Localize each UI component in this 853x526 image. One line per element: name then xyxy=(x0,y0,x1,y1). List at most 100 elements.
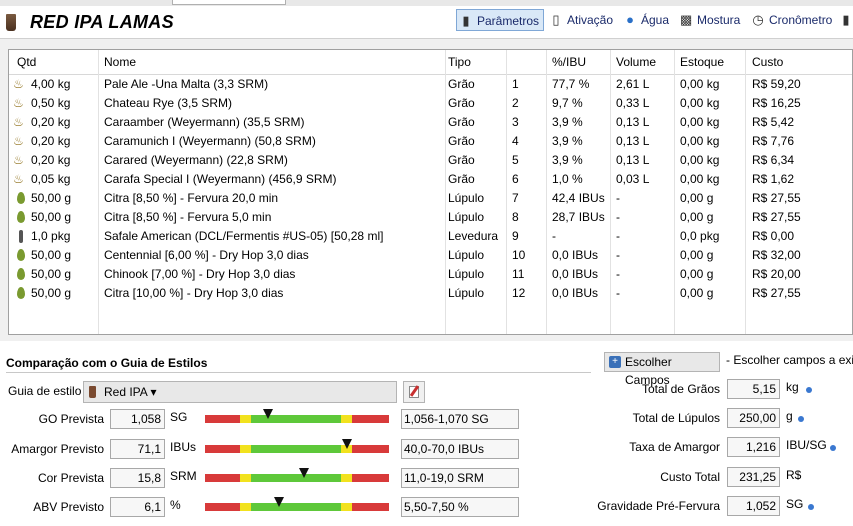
table-row[interactable]: ♨ 4,00 kg Pale Ale -Una Malta (3,3 SRM) Gr… xyxy=(9,75,852,94)
grain-icon: ♨ xyxy=(13,172,24,186)
cell-nome: Citra [10,00 %] - Dry Hop 3,0 dias xyxy=(104,286,284,300)
table-row[interactable]: ♨ 0,20 kg Carared (Weyermann) (22,8 SRM) Gr… xyxy=(9,151,852,170)
yeast-icon xyxy=(19,230,23,243)
total-label: Total de Grãos xyxy=(641,382,720,396)
range-marker xyxy=(273,497,284,507)
column-header[interactable]: %/IBU xyxy=(552,55,586,69)
table-row[interactable]: ♨ 0,05 kg Carafa Special I (Weyermann) (45… xyxy=(9,170,852,189)
choose-fields-button[interactable]: + Escolher Campos xyxy=(604,352,720,387)
table-row[interactable]: ♨ 0,50 kg Chateau Rye (3,5 SRM) Grão 2 9,7 % 0… xyxy=(9,94,852,113)
cell-custo: R$ 5,42 xyxy=(752,115,795,129)
cell-nome: Carared (Weyermann) (22,8 SRM) xyxy=(104,153,288,167)
tube-icon: ▯ xyxy=(552,12,560,27)
metric-label: GO Prevista xyxy=(38,412,104,426)
choose-fields-hint: - Escolher campos a exib xyxy=(726,353,853,367)
cell-tipo: Grão xyxy=(448,115,475,129)
table-row[interactable]: ♨ 0,20 kg Caramunich I (Weyermann) (50,8 S… xyxy=(9,132,852,151)
cell-qtd: 0,20 kg xyxy=(31,153,71,167)
metric-range-field: 40,0-70,0 IBUs xyxy=(401,439,519,459)
cell-estoque: 0,00 kg xyxy=(680,172,720,186)
cell-number: 12 xyxy=(512,286,526,300)
cell-volume: 0,33 L xyxy=(616,96,650,110)
tab-mostura[interactable]: ▩ Mostura xyxy=(677,9,740,31)
cell-qtd: 0,05 kg xyxy=(31,172,71,186)
cell-number: 5 xyxy=(512,153,519,167)
tab-parametros[interactable]: ▮ Parâmetros xyxy=(456,9,545,31)
table-row[interactable]: 50,00 g Centennial [6,00 %] - Dry Hop 3,0… xyxy=(9,246,852,265)
metric-value-field: 6,1 xyxy=(110,497,165,517)
tab-agua[interactable]: ● Água xyxy=(621,9,669,31)
cell-tipo: Grão xyxy=(448,172,475,186)
tab-cronometro[interactable]: ◷ Cronômetro xyxy=(749,9,832,31)
total-unit: R$ xyxy=(786,468,802,482)
puzzle-icon: + xyxy=(609,356,621,368)
table-row[interactable]: 50,00 g Chinook [7,00 %] - Dry Hop 3,0 di… xyxy=(9,265,852,284)
cell-tipo: Lúpulo xyxy=(448,191,485,205)
cell-tipo: Levedura xyxy=(448,229,499,243)
hop-icon xyxy=(17,211,25,223)
cell-tipo: Lúpulo xyxy=(448,210,485,224)
cell-number: 7 xyxy=(512,191,519,205)
table-row[interactable]: 1,0 pkg Safale American (DCL/Fermentis #U… xyxy=(9,227,852,246)
total-value-field: 1,216 xyxy=(727,437,780,457)
cell-nome: Centennial [6,00 %] - Dry Hop 3,0 dias xyxy=(104,248,309,262)
cell-volume: 0,13 L xyxy=(616,115,650,129)
beer-glass-icon: ▮ xyxy=(842,12,850,27)
cell-qtd: 50,00 g xyxy=(31,248,72,262)
cell-tipo: Lúpulo xyxy=(448,248,485,262)
column-header[interactable]: Custo xyxy=(752,55,783,69)
metric-label: ABV Previsto xyxy=(33,500,104,514)
cell-tipo: Lúpulo xyxy=(448,286,485,300)
column-header[interactable]: Nome xyxy=(104,55,136,69)
column-header[interactable]: Qtd xyxy=(17,55,36,69)
cell-number: 11 xyxy=(512,267,525,281)
cell-custo: R$ 27,55 xyxy=(752,191,801,205)
cell-estoque: 0,00 kg xyxy=(680,115,720,129)
total-unit: SG xyxy=(786,497,804,511)
metric-label: Amargor Previsto xyxy=(11,442,104,456)
cell-nome: Safale American (DCL/Fermentis #US-05) [… xyxy=(104,229,384,243)
info-dot-icon[interactable] xyxy=(798,416,804,422)
info-dot-icon[interactable] xyxy=(806,387,812,393)
cell-qtd: 50,00 g xyxy=(31,286,72,300)
cell-number: 3 xyxy=(512,115,519,129)
cell-tipo: Grão xyxy=(448,77,475,91)
tab-more[interactable]: ▮ xyxy=(840,9,853,31)
tab-ativacao[interactable]: ▯ Ativação xyxy=(547,9,613,31)
cell-percent-ibu: - xyxy=(552,229,556,243)
cell-number: 2 xyxy=(512,96,519,110)
recipe-title: RED IPA LAMAS xyxy=(30,12,174,32)
grain-icon: ♨ xyxy=(13,96,24,110)
total-unit: kg xyxy=(786,380,799,394)
cell-volume: - xyxy=(616,210,620,224)
cell-percent-ibu: 42,4 IBUs xyxy=(552,191,605,205)
cell-custo: R$ 27,55 xyxy=(752,210,801,224)
style-guide-label: Guia de estilo xyxy=(8,384,82,398)
column-header[interactable]: Estoque xyxy=(680,55,724,69)
info-dot-icon[interactable] xyxy=(830,445,836,451)
metric-range-field: 5,50-7,50 % xyxy=(401,497,519,517)
style-guide-select[interactable]: Red IPA ▾ xyxy=(83,381,397,403)
cell-custo: R$ 20,00 xyxy=(752,267,801,281)
cell-percent-ibu: 3,9 % xyxy=(552,153,583,167)
cell-volume: - xyxy=(616,229,620,243)
table-row[interactable]: 50,00 g Citra [8,50 %] - Fervura 5,0 min L… xyxy=(9,208,852,227)
cell-volume: - xyxy=(616,248,620,262)
cell-estoque: 0,0 pkg xyxy=(680,229,720,243)
edit-style-button[interactable] xyxy=(403,381,425,403)
table-row[interactable]: 50,00 g Citra [10,00 %] - Dry Hop 3,0 dia… xyxy=(9,284,852,303)
total-label: Custo Total xyxy=(660,470,720,484)
tab-fragment[interactable] xyxy=(172,0,286,5)
beer-glass-icon xyxy=(6,14,16,31)
cell-percent-ibu: 9,7 % xyxy=(552,96,583,110)
table-row[interactable]: 50,00 g Citra [8,50 %] - Fervura 20,0 min… xyxy=(9,189,852,208)
cell-custo: R$ 0,00 xyxy=(752,229,795,243)
column-header[interactable]: Tipo xyxy=(448,55,471,69)
table-row[interactable]: ♨ 0,20 kg Caraamber (Weyermann) (35,5 SRM)… xyxy=(9,113,852,132)
column-header[interactable]: Volume xyxy=(616,55,656,69)
cell-custo: R$ 7,76 xyxy=(752,134,795,148)
cell-custo: R$ 1,62 xyxy=(752,172,795,186)
metric-range-field: 1,056-1,070 SG xyxy=(401,409,519,429)
info-dot-icon[interactable] xyxy=(808,504,814,510)
metric-range-field: 11,0-19,0 SRM xyxy=(401,468,519,488)
